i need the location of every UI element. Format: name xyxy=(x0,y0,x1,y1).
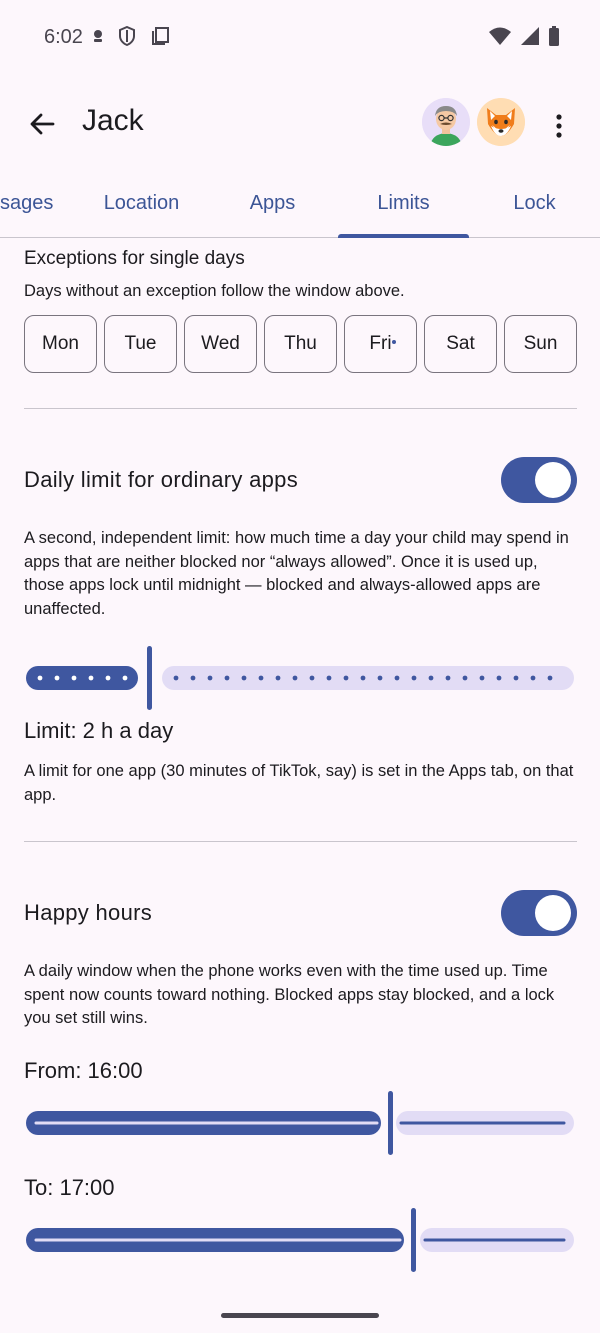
person-pin-icon xyxy=(94,30,102,42)
daily-limit-title: Daily limit for ordinary apps xyxy=(24,467,299,492)
daily-limit-note: A limit for one app (30 minutes of TikTo… xyxy=(24,762,574,804)
slider-tick-mark xyxy=(377,675,383,681)
tab-messages[interactable]: sages xyxy=(0,192,54,215)
slider-tick-mark xyxy=(411,675,417,681)
more-options-button[interactable] xyxy=(546,108,572,144)
tab-location[interactable]: Location xyxy=(76,192,207,215)
day-chip-label: Thu xyxy=(284,333,317,354)
more-vert-icon xyxy=(556,114,562,138)
exceptions-title: Exceptions for single days xyxy=(24,248,245,269)
arrow-back-icon xyxy=(30,113,55,135)
from-time-slider[interactable] xyxy=(24,1089,576,1155)
slider-tick-mark xyxy=(309,675,315,681)
daily-limit-switch[interactable] xyxy=(501,457,577,503)
man-avatar-icon xyxy=(422,98,470,146)
day-chip-label: Mon xyxy=(42,333,79,354)
fox-avatar-icon xyxy=(477,98,525,146)
slider-tick-mark xyxy=(326,675,332,681)
day-chip-wed[interactable]: Wed xyxy=(184,315,257,373)
slider-inactive-track xyxy=(162,666,574,690)
day-chip-sat[interactable]: Sat xyxy=(424,315,497,373)
to-time-slider[interactable] xyxy=(24,1206,576,1272)
slider-tick-mark xyxy=(190,675,196,681)
status-time: 6:02 xyxy=(44,26,83,48)
slider-tick-mark xyxy=(428,675,434,681)
page-title: Jack xyxy=(82,104,144,137)
tab-apps[interactable]: Apps xyxy=(207,192,338,215)
day-chip-label: Tue xyxy=(124,333,157,354)
tab-limits[interactable]: Limits xyxy=(338,192,469,215)
slider-thumb[interactable] xyxy=(147,646,152,710)
slider-tick-mark xyxy=(360,675,366,681)
switch-knob xyxy=(535,462,571,498)
battery-icon xyxy=(549,26,559,46)
divider xyxy=(24,408,577,409)
slider-tick-mark xyxy=(88,675,94,681)
happy-hours-to-label: To: 17:00 xyxy=(24,1175,115,1200)
slider-tick-mark xyxy=(54,675,60,681)
tab-bar: sages Location Apps Limits Lock xyxy=(0,170,600,238)
shield-icon xyxy=(119,26,135,46)
slider-tick-mark xyxy=(462,675,468,681)
back-button[interactable] xyxy=(22,104,62,144)
slider-tick-mark xyxy=(394,675,400,681)
slider-tick-mark xyxy=(343,675,349,681)
home-indicator[interactable] xyxy=(221,1313,379,1318)
daily-limit-description: A second, independent limit: how much ti… xyxy=(24,529,569,618)
slider-tick-mark xyxy=(445,675,451,681)
happy-hours-switch[interactable] xyxy=(501,890,577,936)
wifi-icon xyxy=(489,27,511,45)
happy-hours-from-label: From: 16:00 xyxy=(24,1058,143,1083)
day-chip-mon[interactable]: Mon xyxy=(24,315,97,373)
slider-tick-mark xyxy=(275,675,281,681)
slider-thumb[interactable] xyxy=(388,1091,393,1155)
daily-limit-value: Limit: 2 h a day xyxy=(24,718,174,743)
slider-tick-mark xyxy=(292,675,298,681)
parent-avatar[interactable] xyxy=(422,98,470,146)
tab-indicator xyxy=(338,234,469,238)
cellular-signal-icon xyxy=(521,27,539,45)
slider-tick-mark xyxy=(173,675,179,681)
slider-tick-mark xyxy=(258,675,264,681)
slider-tick-mark xyxy=(241,675,247,681)
day-chip-label: Wed xyxy=(201,333,240,354)
slider-tick-mark xyxy=(496,675,502,681)
day-chips: Mon Tue Wed Thu Fri Sat Sun xyxy=(24,315,577,373)
child-avatar[interactable] xyxy=(477,98,525,146)
slider-tick-mark xyxy=(71,675,77,681)
slider-tick-mark xyxy=(122,675,128,681)
day-chip-label: Fri xyxy=(369,333,392,354)
slider-tick-mark xyxy=(105,675,111,681)
slider-tick-mark xyxy=(547,675,553,681)
switch-knob xyxy=(535,895,571,931)
day-chip-tue[interactable]: Tue xyxy=(104,315,177,373)
status-icons-left xyxy=(92,26,170,46)
slider-tick-mark xyxy=(530,675,536,681)
day-chip-fri[interactable]: Fri xyxy=(344,315,417,373)
status-icons-right xyxy=(488,26,560,46)
exception-dot xyxy=(392,340,396,344)
tab-lock[interactable]: Lock xyxy=(469,192,600,215)
day-chip-sun[interactable]: Sun xyxy=(504,315,577,373)
slider-tick-mark xyxy=(37,675,43,681)
day-chip-label: Sun xyxy=(523,333,558,354)
happy-hours-description: A daily window when the phone works even… xyxy=(24,962,555,1027)
slider-tick-mark xyxy=(207,675,213,681)
slider-tick-mark xyxy=(513,675,519,681)
day-chip-thu[interactable]: Thu xyxy=(264,315,337,373)
exceptions-description: Days without an exception follow the win… xyxy=(24,282,405,300)
daily-limit-slider[interactable] xyxy=(24,645,576,711)
slider-active-track xyxy=(26,666,138,690)
day-chip-label: Sat xyxy=(446,333,475,354)
happy-hours-title: Happy hours xyxy=(24,900,153,925)
slider-thumb[interactable] xyxy=(411,1208,416,1272)
slider-tick-mark xyxy=(479,675,485,681)
slider-tick-mark xyxy=(224,675,230,681)
screen-copy-icon xyxy=(152,27,169,45)
divider xyxy=(24,841,577,842)
